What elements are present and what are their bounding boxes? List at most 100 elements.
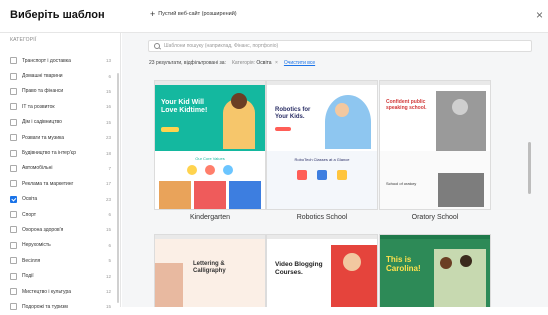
category-checkbox[interactable] bbox=[10, 103, 17, 111]
results-count: 23 результати, відфільтровані за: bbox=[149, 60, 226, 66]
category-checkbox[interactable] bbox=[10, 87, 17, 95]
category-count: 6 bbox=[108, 73, 111, 79]
template-thumbnail: Robotics for Your Kids. RoboTech Classes… bbox=[266, 80, 378, 210]
top-bar: Виберіть шаблон + Пустий веб-сайт (розши… bbox=[0, 0, 548, 33]
category-checkbox[interactable] bbox=[10, 226, 17, 234]
close-icon[interactable]: × bbox=[536, 8, 543, 22]
filter-tag-label: Категорія: bbox=[231, 60, 256, 66]
search-placeholder: Шаблони пошуку (наприклад, Фінанс, портф… bbox=[164, 43, 279, 49]
category-label: Спорт bbox=[22, 211, 37, 218]
template-card-kindergarten[interactable]: Your Kid Will Love Kidtime! Our Core Val… bbox=[154, 80, 266, 221]
filter-bar: 23 результати, відфільтровані за: Катего… bbox=[149, 60, 315, 66]
template-thumbnail: Video Blogging Courses. bbox=[266, 234, 378, 307]
category-count: 15 bbox=[105, 119, 111, 125]
category-item[interactable]: Весілля 5 bbox=[10, 253, 111, 268]
category-checkbox[interactable] bbox=[10, 134, 17, 142]
category-item[interactable]: Мистецтво і культура 12 bbox=[10, 284, 111, 299]
category-checkbox[interactable] bbox=[10, 257, 17, 265]
category-checkbox[interactable] bbox=[10, 164, 17, 172]
category-item[interactable]: Події 12 bbox=[10, 268, 111, 283]
gallery-scrollbar[interactable] bbox=[528, 142, 531, 194]
category-item[interactable]: Транспорт і доставка 13 bbox=[10, 53, 111, 68]
category-label: Події bbox=[22, 273, 34, 280]
page-title: Виберіть шаблон bbox=[10, 9, 105, 21]
category-item[interactable]: Автомобільні 7 bbox=[10, 161, 111, 176]
section-title: Our Core Values bbox=[195, 156, 225, 161]
category-count: 6 bbox=[108, 242, 111, 248]
category-label: Охорона здоров'я bbox=[22, 226, 64, 233]
category-checkbox[interactable] bbox=[10, 149, 17, 157]
category-label: Освіта bbox=[22, 196, 38, 203]
category-label: IT та розвиток bbox=[22, 103, 55, 110]
category-checkbox[interactable] bbox=[10, 288, 17, 296]
template-card-carolina[interactable]: This is Carolina! bbox=[379, 234, 491, 307]
category-checkbox[interactable] bbox=[10, 211, 17, 219]
category-item[interactable]: Спорт 6 bbox=[10, 207, 111, 222]
plus-icon: + bbox=[150, 9, 156, 19]
category-item[interactable]: Дім і садівництво 15 bbox=[10, 115, 111, 130]
category-checkbox[interactable] bbox=[10, 180, 17, 188]
category-count: 15 bbox=[105, 227, 111, 233]
category-item[interactable]: Освіта 23 bbox=[10, 192, 111, 207]
category-item[interactable]: Будівництво та інтер'єр 18 bbox=[10, 145, 111, 160]
clear-all-link[interactable]: Очистити все bbox=[284, 60, 315, 66]
category-label: Розваги та музика bbox=[22, 134, 65, 141]
category-count: 6 bbox=[108, 212, 111, 218]
category-count: 5 bbox=[108, 258, 111, 264]
category-item[interactable]: IT та розвиток 16 bbox=[10, 99, 111, 114]
category-label: Нерухомість bbox=[22, 242, 51, 249]
category-count: 13 bbox=[105, 58, 111, 64]
hero-text: Lettering & Calligraphy bbox=[193, 261, 226, 274]
category-sidebar: КАТЕГОРІЇ Транспорт і доставка 13 Домашні … bbox=[0, 33, 121, 311]
category-checkbox[interactable] bbox=[10, 272, 17, 280]
section-title: School of oratory bbox=[386, 181, 417, 186]
template-name: Kindergarten bbox=[189, 214, 231, 221]
hero-text: This is Carolina! bbox=[386, 255, 421, 273]
category-item[interactable]: Право та фінанси 15 bbox=[10, 84, 111, 99]
hero-text: Your Kid Will Love Kidtime! bbox=[161, 99, 208, 114]
hero-text: Confident public speaking school. bbox=[386, 99, 427, 111]
template-gallery: Шаблони пошуку (наприклад, Фінанс, портф… bbox=[122, 33, 548, 307]
category-checkbox[interactable] bbox=[10, 72, 17, 80]
template-thumbnail: Confident public speaking school. School… bbox=[379, 80, 491, 210]
category-label: Дім і садівництво bbox=[22, 119, 62, 126]
category-count: 15 bbox=[105, 88, 111, 94]
category-item[interactable]: Реклама та маркетинг 17 bbox=[10, 176, 111, 191]
template-name: Oratory School bbox=[411, 214, 459, 221]
search-icon bbox=[154, 43, 160, 49]
category-label: Мистецтво і культура bbox=[22, 288, 72, 295]
template-card-video-blogging[interactable]: Video Blogging Courses. bbox=[266, 234, 378, 307]
category-count: 23 bbox=[105, 196, 111, 202]
category-label: Право та фінанси bbox=[22, 88, 64, 95]
category-item[interactable]: Домашні тварини 6 bbox=[10, 68, 111, 83]
category-checkbox[interactable] bbox=[10, 57, 17, 65]
category-label: Реклама та маркетинг bbox=[22, 180, 74, 187]
categories-heading: КАТЕГОРІЇ bbox=[10, 37, 37, 43]
template-name: Robotics School bbox=[296, 214, 348, 221]
blank-site-button[interactable]: + Пустий веб-сайт (розширений) bbox=[150, 9, 237, 19]
hero-text: Video Blogging Courses. bbox=[275, 261, 323, 276]
category-count: 23 bbox=[105, 135, 111, 141]
template-card-robotics-school[interactable]: Robotics for Your Kids. RoboTech Classes… bbox=[266, 80, 378, 221]
hero-text: Robotics for Your Kids. bbox=[275, 107, 311, 120]
category-item[interactable]: Охорона здоров'я 15 bbox=[10, 222, 111, 237]
category-label: Автомобільні bbox=[22, 165, 53, 172]
category-list: Транспорт і доставка 13 Домашні тварини 6 Пр… bbox=[10, 53, 111, 315]
category-checkbox[interactable] bbox=[10, 195, 17, 203]
category-count: 7 bbox=[108, 165, 111, 171]
remove-filter-icon[interactable]: × bbox=[275, 60, 278, 66]
category-item[interactable]: Нерухомість 6 bbox=[10, 238, 111, 253]
section-title: RoboTech Classes at a Glance bbox=[294, 157, 350, 162]
category-checkbox[interactable] bbox=[10, 118, 17, 126]
template-thumbnail: Your Kid Will Love Kidtime! Our Core Val… bbox=[154, 80, 266, 210]
template-card-lettering[interactable]: Lettering & Calligraphy bbox=[154, 234, 266, 307]
category-item[interactable]: Розваги та музика 23 bbox=[10, 130, 111, 145]
search-input[interactable]: Шаблони пошуку (наприклад, Фінанс, портф… bbox=[148, 40, 532, 52]
filter-tag[interactable]: Категорія: Освіта × bbox=[232, 60, 278, 66]
sidebar-scrollbar[interactable] bbox=[117, 73, 119, 303]
template-card-oratory-school[interactable]: Confident public speaking school. School… bbox=[379, 80, 491, 221]
category-checkbox[interactable] bbox=[10, 241, 17, 249]
category-count: 16 bbox=[105, 104, 111, 110]
filter-tag-value: Освіта bbox=[256, 60, 272, 66]
category-count: 12 bbox=[105, 289, 111, 295]
